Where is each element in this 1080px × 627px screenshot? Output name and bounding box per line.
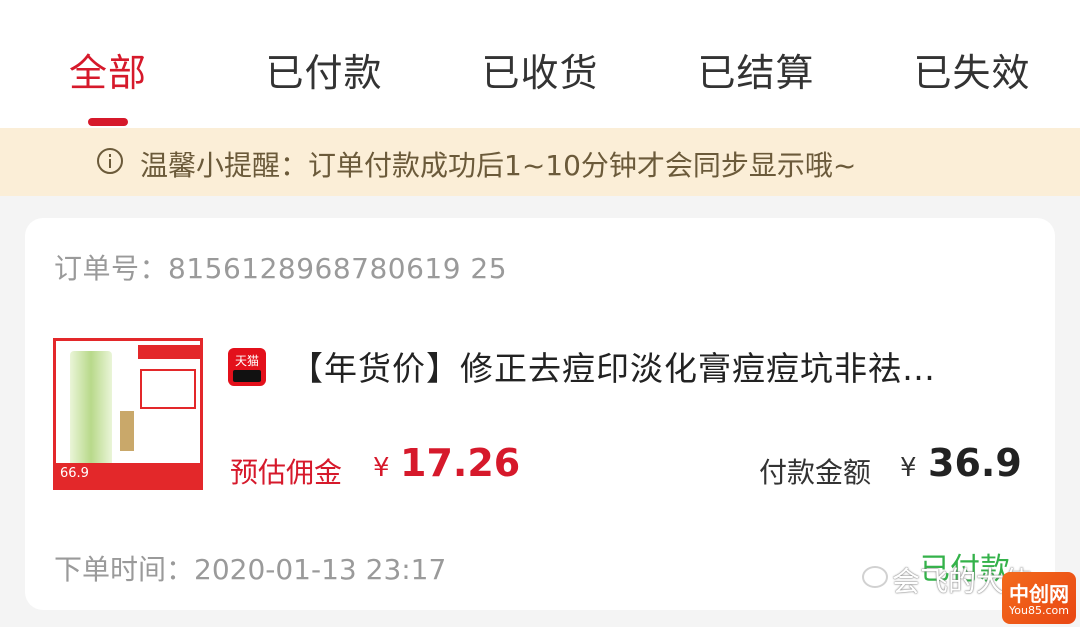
order-number: 订单号：8156128968780619 25: [54, 252, 508, 285]
tab-settled[interactable]: 已结算: [697, 42, 814, 97]
product-thumbnail[interactable]: 66.9: [53, 338, 203, 490]
tmall-badge-text: 天猫: [234, 354, 259, 368]
notice-text: 温馨小提醒：订单付款成功后1~10分钟才会同步显示哦~: [140, 149, 857, 182]
thumbnail-price: 66.9: [60, 466, 89, 481]
order-time: 下单时间：2020-01-13 23:17: [54, 553, 447, 586]
product-cap-image: [120, 411, 134, 451]
thumbnail-promo-box: [140, 369, 196, 409]
thumbnail-badge: [138, 345, 200, 359]
product-title[interactable]: 【年货价】修正去痘印淡化膏痘痘坑非祛…: [290, 342, 1010, 390]
active-tab-indicator: [88, 118, 128, 126]
commission-currency: ¥: [373, 453, 390, 483]
payment-currency: ¥: [900, 453, 917, 483]
commission-value: 17.26: [400, 441, 521, 485]
product-tube-image: [70, 351, 112, 469]
order-status-tabs: 全部 已付款 已收货 已结算 已失效: [0, 0, 1080, 128]
wechat-watermark-icon: [862, 566, 888, 588]
watermark-logo-subtext: You85.com: [1009, 604, 1069, 617]
tmall-icon: 天猫: [228, 348, 266, 386]
watermark-logo-text: 中创网: [1009, 582, 1069, 606]
tmall-cat-face-icon: [233, 370, 261, 382]
payment-amount-value: 36.9: [928, 441, 1022, 485]
payment-amount-label: 付款金额: [759, 456, 872, 489]
tab-expired[interactable]: 已失效: [913, 42, 1030, 97]
info-icon: [97, 148, 123, 174]
tab-all[interactable]: 全部: [69, 42, 147, 97]
commission-label: 预估佣金: [230, 456, 343, 489]
tab-paid[interactable]: 已付款: [265, 42, 382, 97]
tab-received[interactable]: 已收货: [481, 42, 598, 97]
